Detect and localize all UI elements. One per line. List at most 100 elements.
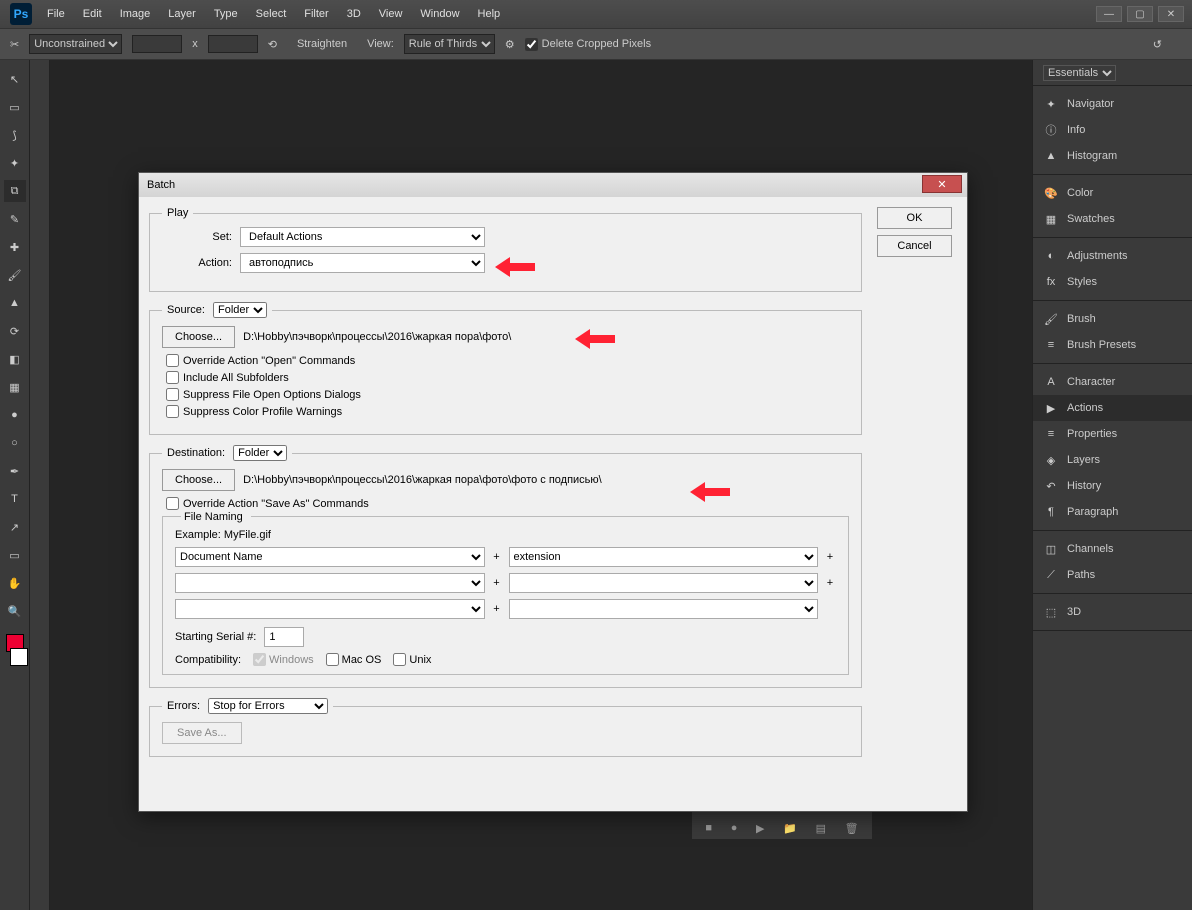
dialog-close-button[interactable]: ✕ (922, 175, 962, 193)
trash-icon[interactable]: 🗑 (845, 822, 859, 835)
source-choose-button[interactable]: Choose... (162, 326, 235, 348)
menu-view[interactable]: View (379, 8, 403, 20)
new-icon[interactable]: ▤ (816, 822, 826, 835)
gradient-tool[interactable]: ▦ (4, 376, 26, 398)
history-brush-tool[interactable]: ⟳ (4, 320, 26, 342)
lasso-tool[interactable]: ⟆ (4, 124, 26, 146)
move-tool[interactable]: ↖ (4, 68, 26, 90)
healing-tool[interactable]: ✚ (4, 236, 26, 258)
panel-info[interactable]: ⓘInfo (1033, 117, 1192, 143)
panel-channels[interactable]: ◫Channels (1033, 536, 1192, 562)
eraser-tool[interactable]: ◧ (4, 348, 26, 370)
suppress-color-checkbox[interactable] (166, 405, 179, 418)
serial-input[interactable] (264, 627, 304, 647)
panel-styles[interactable]: fxStyles (1033, 269, 1192, 295)
menu-edit[interactable]: Edit (83, 8, 102, 20)
compat-unix-checkbox[interactable] (393, 653, 406, 666)
destination-select[interactable]: Folder (233, 445, 287, 461)
gear-icon[interactable]: ⚙ (505, 38, 515, 51)
override-open-checkbox[interactable] (166, 354, 179, 367)
ok-button[interactable]: OK (877, 207, 952, 229)
panel-history[interactable]: ↶History (1033, 473, 1192, 499)
menu-help[interactable]: Help (478, 8, 501, 20)
menu-filter[interactable]: Filter (304, 8, 328, 20)
panel-brush[interactable]: 🖌Brush (1033, 306, 1192, 332)
constrain-select[interactable]: Unconstrained (29, 34, 122, 54)
panel-paragraph[interactable]: ¶Paragraph (1033, 499, 1192, 525)
override-saveas-checkbox[interactable] (166, 497, 179, 510)
naming-slot3[interactable] (175, 573, 485, 593)
source-select[interactable]: Folder (213, 302, 267, 318)
naming-slot4[interactable] (509, 573, 819, 593)
brush-tool[interactable]: 🖌 (4, 264, 26, 286)
swap-icon[interactable]: ⟲ (268, 38, 277, 51)
panel-color[interactable]: 🎨Color (1033, 180, 1192, 206)
panel-paths[interactable]: ⟋Paths (1033, 562, 1192, 588)
naming-slot2[interactable]: extension (509, 547, 819, 567)
minimize-button[interactable]: — (1096, 6, 1122, 22)
panel-histogram[interactable]: ▲Histogram (1033, 143, 1192, 169)
destination-fieldset: Destination: Folder Choose... D:\Hobby\п… (149, 445, 862, 688)
annotation-arrow-icon (495, 257, 535, 277)
menu-layer[interactable]: Layer (168, 8, 196, 20)
menu-file[interactable]: File (47, 8, 65, 20)
naming-slot6[interactable] (509, 599, 819, 619)
destination-legend: Destination: Folder (162, 445, 292, 461)
suppress-open-checkbox[interactable] (166, 388, 179, 401)
action-select[interactable]: автоподпись (240, 253, 485, 273)
height-input[interactable] (208, 35, 258, 53)
hand-tool[interactable]: ✋ (4, 572, 26, 594)
brush-icon: 🖌 (1043, 311, 1059, 327)
workspace-select[interactable]: Essentials (1043, 65, 1116, 81)
menu-select[interactable]: Select (256, 8, 287, 20)
dodge-tool[interactable]: ○ (4, 432, 26, 454)
errors-select[interactable]: Stop for Errors (208, 698, 328, 714)
zoom-tool[interactable]: 🔍 (4, 600, 26, 622)
menu-image[interactable]: Image (120, 8, 151, 20)
background-color[interactable] (10, 648, 28, 666)
blur-tool[interactable]: ● (4, 404, 26, 426)
shape-tool[interactable]: ▭ (4, 544, 26, 566)
play-icon[interactable]: ▶ (756, 822, 764, 835)
width-input[interactable] (132, 35, 182, 53)
straighten-button[interactable]: Straighten (297, 38, 347, 50)
stop-icon[interactable]: ■ (705, 822, 712, 835)
crop-tool[interactable]: ⧉ (4, 180, 26, 202)
adjustments-icon: ◐ (1043, 248, 1059, 264)
panel-adjustments[interactable]: ◐Adjustments (1033, 243, 1192, 269)
menu-type[interactable]: Type (214, 8, 238, 20)
compat-mac-checkbox[interactable] (326, 653, 339, 666)
naming-slot5[interactable] (175, 599, 485, 619)
path-tool[interactable]: ↗ (4, 516, 26, 538)
cancel-button[interactable]: Cancel (877, 235, 952, 257)
eyedropper-tool[interactable]: ✎ (4, 208, 26, 230)
stamp-tool[interactable]: ▲ (4, 292, 26, 314)
compat-windows-label: Windows (269, 654, 314, 666)
panel-navigator[interactable]: ✦Navigator (1033, 91, 1192, 117)
panel-character[interactable]: ACharacter (1033, 369, 1192, 395)
panel-properties[interactable]: ≡Properties (1033, 421, 1192, 447)
menu-3d[interactable]: 3D (347, 8, 361, 20)
actions-icon: ▶ (1043, 400, 1059, 416)
delete-cropped-checkbox[interactable] (525, 38, 538, 51)
panel-brush-presets[interactable]: ≡Brush Presets (1033, 332, 1192, 358)
set-select[interactable]: Default Actions (240, 227, 485, 247)
destination-choose-button[interactable]: Choose... (162, 469, 235, 491)
menu-window[interactable]: Window (420, 8, 459, 20)
folder-icon[interactable]: 📁 (783, 822, 797, 835)
naming-slot1[interactable]: Document Name (175, 547, 485, 567)
maximize-button[interactable]: ▢ (1127, 6, 1153, 22)
pen-tool[interactable]: ✒ (4, 460, 26, 482)
view-select[interactable]: Rule of Thirds (404, 34, 495, 54)
reset-icon[interactable]: ↺ (1153, 38, 1162, 51)
panel-swatches[interactable]: ▦Swatches (1033, 206, 1192, 232)
panel-3d[interactable]: ⬚3D (1033, 599, 1192, 625)
record-icon[interactable]: ● (731, 822, 738, 835)
panel-layers[interactable]: ◈Layers (1033, 447, 1192, 473)
close-window-button[interactable]: ✕ (1158, 6, 1184, 22)
marquee-tool[interactable]: ▭ (4, 96, 26, 118)
panel-actions[interactable]: ▶Actions (1033, 395, 1192, 421)
wand-tool[interactable]: ✦ (4, 152, 26, 174)
type-tool[interactable]: T (4, 488, 26, 510)
include-subfolders-checkbox[interactable] (166, 371, 179, 384)
